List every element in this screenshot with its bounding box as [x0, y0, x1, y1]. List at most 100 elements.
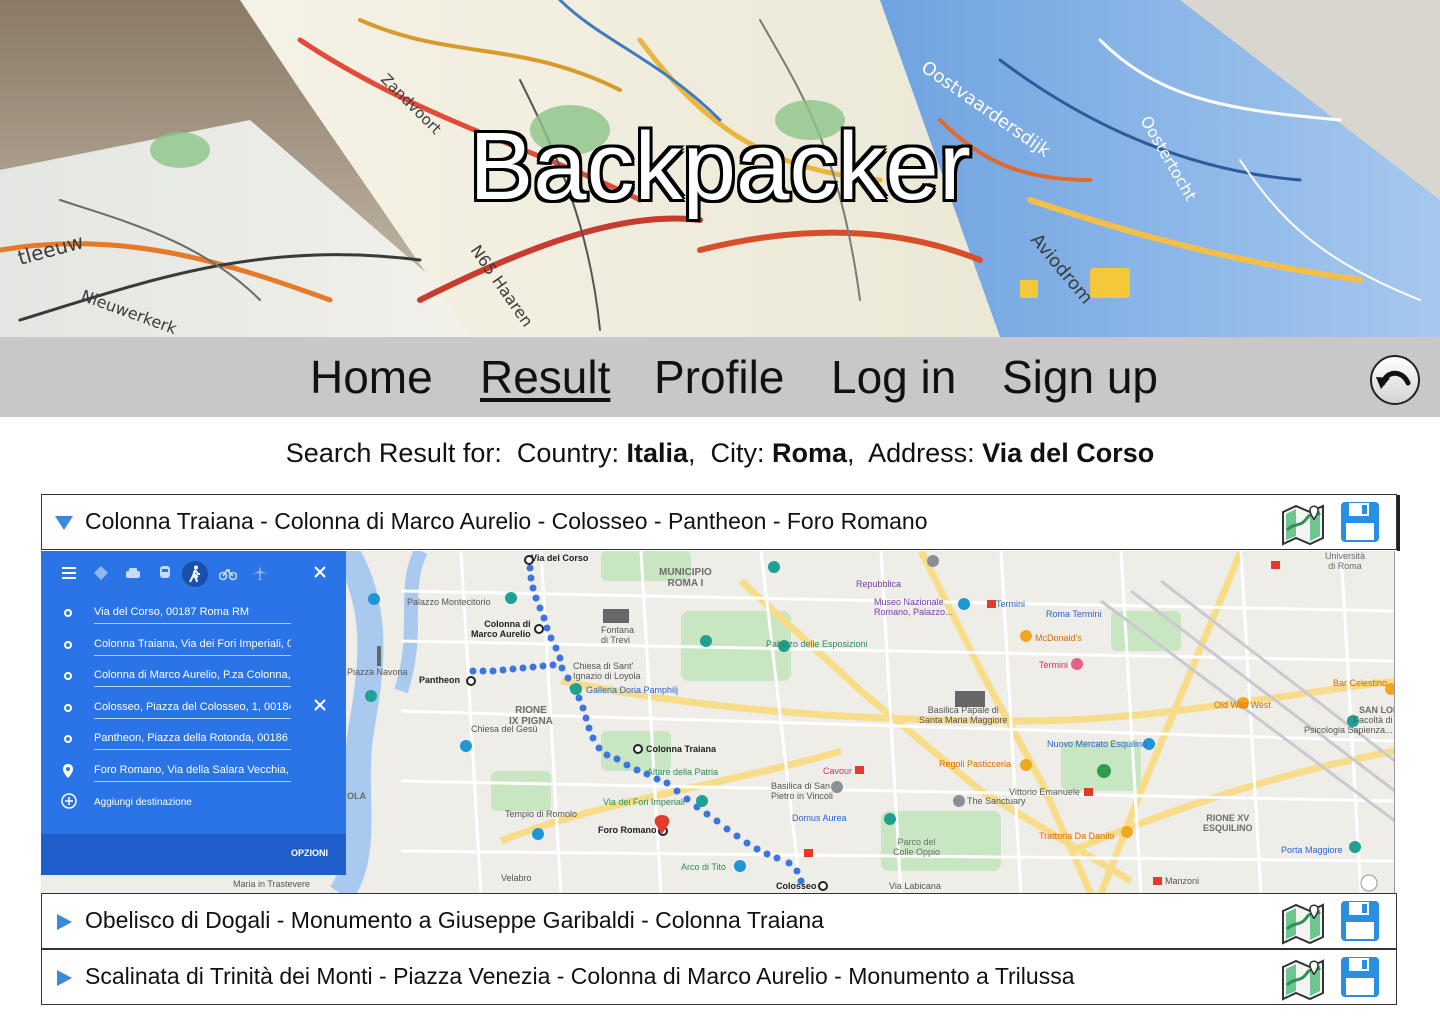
country-label: Country:	[516, 438, 619, 468]
city-value: Roma	[772, 438, 848, 468]
travel-mode-toolbar	[41, 551, 346, 601]
map-label-universita: Università di Roma	[1325, 551, 1366, 571]
row-scroll-edge	[1397, 495, 1400, 551]
map-label-palazzo-montecitorio: Palazzo Montecitorio	[407, 597, 491, 607]
map-label-maria-trastevere: Maria in Trastevere	[233, 879, 311, 889]
map-icon[interactable]	[1280, 955, 1326, 1001]
nav-log-in[interactable]: Log in	[831, 351, 956, 403]
stop-field-2[interactable]: Colonna Traiana, Via dei Fori Imperiali,…	[94, 634, 291, 656]
map-label-galleria-doria: Galleria Doria Pamphilj	[586, 685, 679, 695]
result-route-label[interactable]: Scalinata di Trinità dei Monti - Piazza …	[85, 963, 1074, 990]
address-value: Via del Corso	[982, 438, 1155, 468]
map-label-repubblica: Repubblica	[856, 579, 902, 589]
walking-mode-selected[interactable]	[182, 561, 208, 587]
stop-marker	[64, 704, 72, 712]
remove-stop-icon[interactable]	[313, 698, 327, 712]
map-label-regoli: Regoli Pasticceria	[939, 759, 1012, 769]
map-label-municipio: MUNICIPIO ROMA I	[659, 567, 712, 589]
route-map[interactable]: Via del Corso MUNICIPIO ROMA I Repubblic…	[41, 551, 1395, 894]
map-label-trattoria: Trattoria Da Danilo	[1039, 831, 1115, 841]
nav-profile[interactable]: Profile	[654, 351, 784, 403]
map-label-san-lorenzo: SAN LORE	[1359, 705, 1394, 715]
map-label-via-del-corso: Via del Corso	[531, 553, 589, 563]
nav-home[interactable]: Home	[310, 351, 433, 403]
add-destination-link[interactable]: Aggiungi destinazione	[94, 797, 192, 808]
site-title: Backpacker	[469, 113, 971, 220]
map-label-colonna-traiana: Colonna Traiana	[646, 744, 717, 754]
result-row-2[interactable]: Obelisco di Dogali - Monumento a Giusepp…	[41, 893, 1397, 949]
car-icon[interactable]	[125, 565, 141, 581]
map-label-altare-patria: Altare della Patria	[647, 767, 719, 777]
floppy-disk-icon[interactable]	[1340, 501, 1380, 543]
map-label-rione-xv: RIONE XV ESQUILINO	[1203, 813, 1253, 833]
stop-field-1[interactable]: Via del Corso, 00187 Roma RM	[94, 602, 291, 624]
result-row-1[interactable]: Colonna Traiana - Colonna di Marco Aurel…	[41, 494, 1400, 551]
summary-prefix: Search Result for:	[285, 438, 502, 468]
floppy-disk-icon[interactable]	[1340, 900, 1380, 942]
map-label-domus-aurea: Domus Aurea	[792, 813, 847, 823]
flight-icon[interactable]	[252, 565, 268, 581]
map-icon[interactable]	[1280, 899, 1326, 945]
map-label-tempio-romolo: Tempio di Romolo	[505, 809, 578, 819]
walking-icon	[189, 565, 200, 583]
map-label-parco-oppio: Parco del Colle Oppio	[893, 837, 941, 857]
main-navigation: Home Result Profile Log in Sign up	[0, 337, 1440, 417]
map-label-facolta: Facoltà di Psicologia Sapienza...	[1304, 715, 1393, 735]
stop-marker	[64, 735, 72, 743]
directions-panel: Via del Corso, 00187 Roma RM Colonna Tra…	[41, 551, 346, 875]
country-value: Italia	[626, 438, 688, 468]
map-label-basilica-smm: Basilica Papale di Santa Maria Maggiore	[919, 705, 1008, 725]
city-label: City:	[710, 438, 765, 468]
map-label-piazza-navona: Piazza Navona	[347, 667, 408, 677]
menu-icon[interactable]	[61, 565, 77, 581]
map-label-termini: Termini	[1039, 660, 1069, 670]
map-icon[interactable]	[1280, 500, 1326, 546]
map-label-arco-tito: Arco di Tito	[681, 862, 727, 872]
triangle-right-icon[interactable]	[54, 969, 74, 987]
nav-sign-up[interactable]: Sign up	[1002, 351, 1158, 403]
map-label-bar-celestino: Bar Celestino	[1333, 678, 1388, 688]
triangle-right-icon[interactable]	[54, 913, 74, 931]
map-label-via-fori-imperiali: Via dei Fori Imperiali	[603, 797, 685, 807]
result-route-label[interactable]: Colonna Traiana - Colonna di Marco Aurel…	[85, 508, 928, 535]
map-label-porta-maggiore: Porta Maggiore	[1281, 845, 1343, 855]
result-route-label[interactable]: Obelisco di Dogali - Monumento a Giusepp…	[85, 907, 824, 934]
map-label-old-wild-west: Old Wild West	[1214, 700, 1271, 710]
result-row-3[interactable]: Scalinata di Trinità dei Monti - Piazza …	[41, 949, 1397, 1005]
map-label-pantheon: Pantheon	[419, 675, 461, 685]
bicycle-icon[interactable]	[219, 565, 237, 581]
stop-field-4[interactable]: Colosseo, Piazza del Colosseo, 1, 00184	[94, 697, 291, 719]
map-label-colosseo: Colosseo	[776, 881, 817, 891]
directions-icon[interactable]	[93, 565, 109, 581]
map-label-mcdonalds: McDonald's	[1035, 633, 1082, 643]
map-label-nuovo-mercato: Nuovo Mercato Esquilino	[1047, 739, 1148, 749]
map-label-termini-metro: Termini	[996, 599, 1026, 609]
search-summary: Search Result for: Country: Italia, City…	[285, 438, 1155, 468]
options-button[interactable]: OPZIONI	[291, 848, 328, 858]
stop-marker	[64, 672, 72, 680]
back-button[interactable]	[1370, 355, 1420, 405]
stop-marker	[64, 641, 72, 649]
close-icon[interactable]	[313, 565, 327, 579]
undo-arrow-icon	[1376, 370, 1411, 389]
train-icon[interactable]	[157, 565, 173, 581]
map-label-the-sanctuary: The Sanctuary	[967, 796, 1026, 806]
triangle-down-icon[interactable]	[54, 514, 74, 532]
map-label-ola: OLA	[347, 791, 366, 801]
map-label-chiesa-gesu: Chiesa del Gesù	[471, 724, 538, 734]
address-label: Address:	[868, 438, 975, 468]
map-label-chiesa-ignazio: Chiesa di Sant' Ignazio di Loyola	[573, 661, 641, 681]
map-label-manzoni: Manzoni	[1165, 876, 1200, 886]
stop-field-3[interactable]: Colonna di Marco Aurelio, P.za Colonna, …	[94, 665, 291, 687]
map-label-roma-termini: Roma Termini	[1046, 609, 1102, 619]
map-label-cavour: Cavour	[823, 766, 853, 776]
add-destination-icon[interactable]	[61, 793, 77, 809]
stop-field-5[interactable]: Pantheon, Piazza della Rotonda, 00186	[94, 728, 291, 750]
nav-result[interactable]: Result	[480, 351, 610, 403]
stop-marker	[64, 609, 72, 617]
map-label-museo: Museo Nazionale Romano, Palazzo...	[874, 597, 953, 617]
hero-banner: tleeuw Nieuwerkerk N65 Haaren Oostvaarde…	[0, 0, 1440, 337]
floppy-disk-icon[interactable]	[1340, 956, 1380, 998]
stop-field-6[interactable]: Foro Romano, Via della Salara Vecchia, 0…	[94, 760, 291, 782]
map-label-foro-romano: Foro Romano	[598, 825, 657, 835]
